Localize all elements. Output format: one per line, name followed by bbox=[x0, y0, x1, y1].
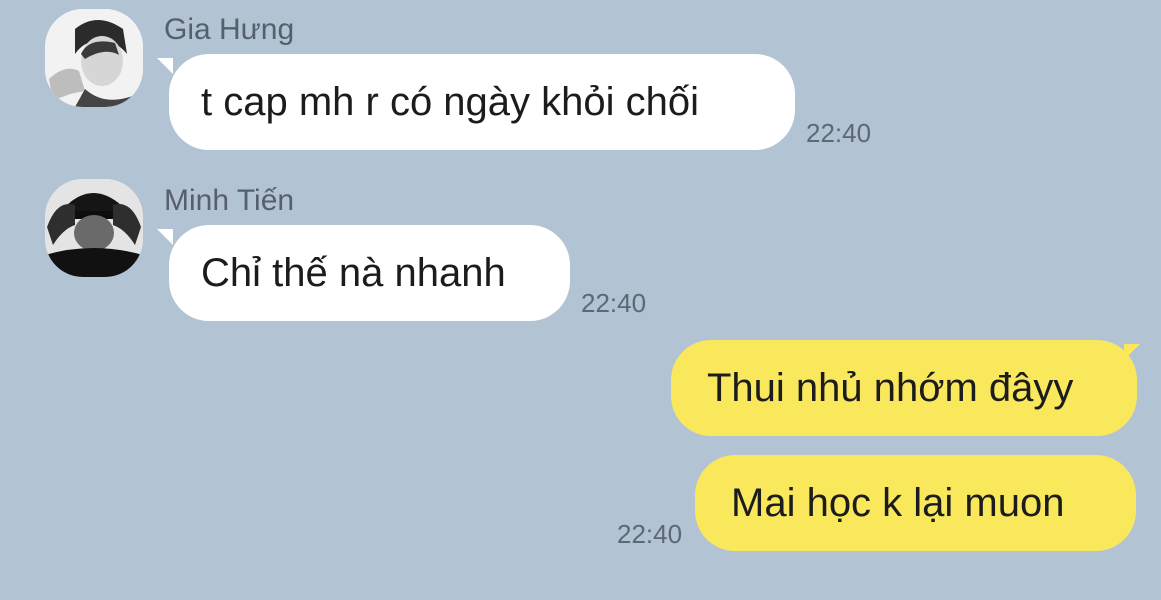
bubble-tail bbox=[157, 58, 173, 74]
avatar-photo-icon bbox=[45, 9, 143, 107]
bubble-tail bbox=[1124, 344, 1140, 360]
message-bubble-outgoing[interactable]: Thui nhủ nhớm đâyy bbox=[671, 340, 1137, 436]
avatar-minh-tien[interactable] bbox=[45, 179, 143, 277]
message-text: Chỉ thế nà nhanh bbox=[201, 250, 506, 295]
bubble-tail bbox=[157, 229, 173, 245]
message-text: Mai học k lại muon bbox=[731, 480, 1065, 525]
avatar-gia-hung[interactable] bbox=[45, 9, 143, 107]
sender-name: Gia Hưng bbox=[164, 13, 295, 46]
avatar-photo-icon bbox=[45, 179, 143, 277]
message-bubble-outgoing[interactable]: Mai học k lại muon bbox=[695, 455, 1136, 551]
message-timestamp: 22:40 bbox=[806, 118, 872, 148]
sender-name: Minh Tiến bbox=[164, 184, 295, 217]
message-text: t cap mh r có ngày khỏi chối bbox=[201, 79, 700, 124]
message-timestamp: 22:40 bbox=[581, 288, 647, 318]
message-timestamp: 22:40 bbox=[617, 519, 683, 549]
message-bubble[interactable]: t cap mh r có ngày khỏi chối bbox=[169, 54, 795, 150]
message-bubble[interactable]: Chỉ thế nà nhanh bbox=[169, 225, 570, 321]
message-text: Thui nhủ nhớm đâyy bbox=[707, 365, 1074, 410]
